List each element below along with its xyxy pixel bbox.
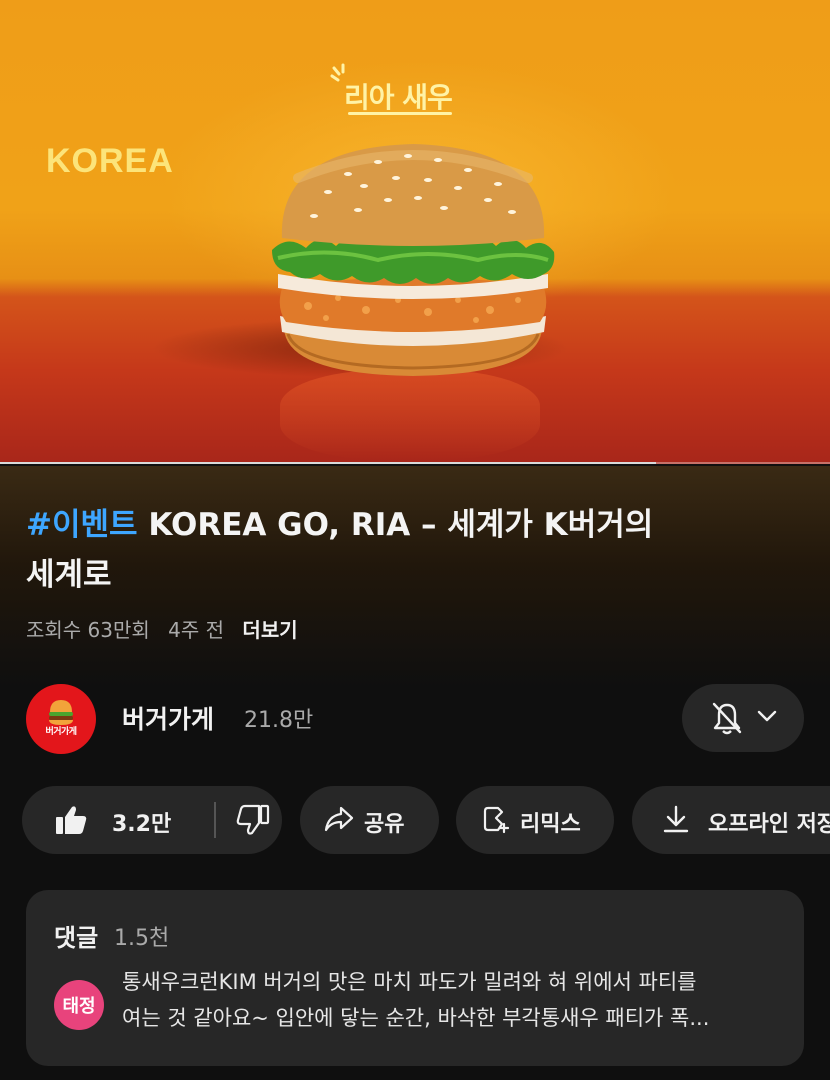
thumbs-down-icon[interactable] xyxy=(236,804,270,836)
video-overlay-brand: KOREA xyxy=(46,142,174,180)
comments-heading: 댓글 xyxy=(54,924,99,952)
more-link[interactable]: 더보기 xyxy=(242,618,297,642)
channel-avatar-text: 버거가게 xyxy=(45,727,77,737)
view-count: 조회수 63만회 xyxy=(26,618,150,642)
channel-name[interactable]: 버거가게 xyxy=(122,700,214,736)
video-overlay-logo: 리아 새우 xyxy=(344,76,453,116)
channel-avatar[interactable]: 버거가게 xyxy=(26,684,96,754)
comments-count: 1.5천 xyxy=(114,926,170,951)
title-text-line1: KOREA GO, RIA – 세계가 K버거의 xyxy=(137,507,654,543)
download-button[interactable]: 오프라인 저장 xyxy=(632,786,830,854)
notification-settings-button[interactable] xyxy=(682,684,804,752)
like-count[interactable]: 3.2만 xyxy=(112,806,171,838)
share-label: 공유 xyxy=(364,812,405,837)
video-title[interactable]: #이벤트 KOREA GO, RIA – 세계가 K버거의 세계로 xyxy=(26,500,786,600)
like-dislike-group: 3.2만 xyxy=(22,786,282,854)
top-comment-line1: 통새우크런KIM 버거의 맛은 마치 파도가 밀려와 혀 위에서 파티를 xyxy=(122,970,697,994)
video-overlay-logo-text: 리아 새우 xyxy=(344,81,453,114)
app-frame: KOREA 리아 새우 #이벤트 KOREA GO, RIA – 세계가 K버거… xyxy=(0,0,830,1080)
logo-underline xyxy=(348,112,452,115)
upload-age: 4주 전 xyxy=(168,618,225,642)
remix-icon xyxy=(483,806,510,834)
bell-off-icon xyxy=(712,702,742,735)
title-text-line2: 세계로 xyxy=(26,557,112,593)
subscriber-count: 21.8만 xyxy=(244,708,314,733)
top-comment-line2: 여는 것 같아요~ 입안에 닿는 순간, 바삭한 부각통새우 패티가 폭... xyxy=(122,1006,710,1030)
title-hashtag-link[interactable]: #이벤트 xyxy=(26,507,138,543)
thumbs-up-icon[interactable] xyxy=(54,804,88,836)
remix-label: 리믹스 xyxy=(520,812,581,837)
remix-button[interactable]: 리믹스 xyxy=(456,786,614,854)
burger-image xyxy=(272,144,555,376)
commenter-avatar[interactable]: 태정 xyxy=(54,980,104,1030)
video-player[interactable]: KOREA 리아 새우 xyxy=(0,0,830,464)
top-comment-text: 통새우크런KIM 버거의 맛은 마치 파도가 밀려와 혀 위에서 파티를 여는 … xyxy=(122,964,782,1036)
video-meta[interactable]: 조회수 63만회 4주 전 더보기 xyxy=(26,614,310,643)
comments-card[interactable]: 댓글 1.5천 태정 통새우크런KIM 버거의 맛은 마치 파도가 밀려와 혀 … xyxy=(26,890,804,1066)
download-icon xyxy=(663,805,689,833)
download-label: 오프라인 저장 xyxy=(708,812,830,837)
like-divider xyxy=(214,802,216,838)
video-details-panel: #이벤트 KOREA GO, RIA – 세계가 K버거의 세계로 조회수 63… xyxy=(0,466,830,1080)
video-progress-fill xyxy=(0,462,656,464)
video-progress-bar[interactable] xyxy=(0,462,830,464)
chevron-down-icon xyxy=(757,710,777,722)
share-icon xyxy=(324,806,354,832)
share-button[interactable]: 공유 xyxy=(300,786,439,854)
